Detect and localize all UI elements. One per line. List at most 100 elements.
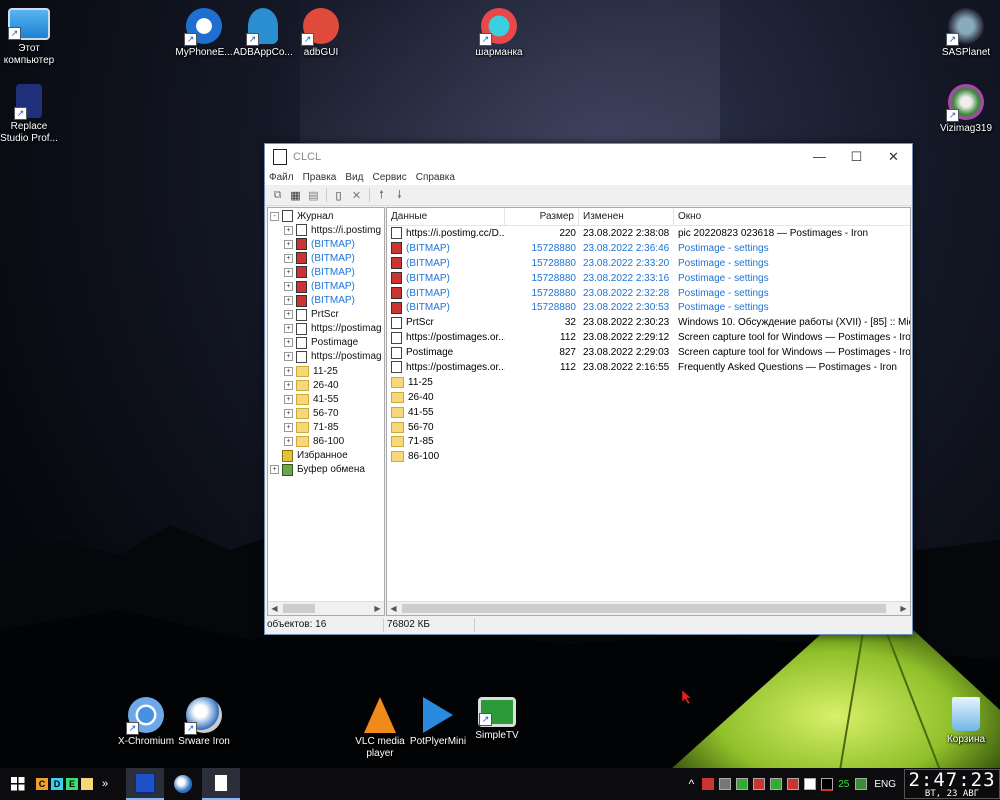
clock[interactable]: 2:47:23 ВТ, 23 АВГ xyxy=(904,769,1000,799)
new-item-icon[interactable]: ▯ xyxy=(330,187,347,203)
tree-item[interactable]: + https://i.postimg xyxy=(268,223,384,237)
title-bar[interactable]: CLCL — ☐ ✕ xyxy=(265,144,912,169)
list-row[interactable]: (BITMAP) 15728880 23.08.2022 2:32:28 Postim… xyxy=(387,286,910,301)
list-row[interactable]: (BITMAP) 15728880 23.08.2022 2:30:53 Postim… xyxy=(387,300,910,315)
scroll-right-icon[interactable]: ▶ xyxy=(371,604,384,613)
tree-item[interactable]: +71-85 xyxy=(268,420,384,434)
list-row[interactable]: https://postimages.or... 112 23.08.2022 2:… xyxy=(387,330,910,345)
taskbar-app-iron[interactable] xyxy=(164,768,202,800)
list-row[interactable]: 41-55 xyxy=(387,405,910,420)
tree-item[interactable]: +56-70 xyxy=(268,406,384,420)
scroll-left-icon[interactable]: ◀ xyxy=(387,604,400,613)
expand-toggle-icon[interactable]: + xyxy=(284,239,293,249)
expand-toggle-icon[interactable]: + xyxy=(284,422,293,432)
tree-item[interactable]: +86-100 xyxy=(268,435,384,449)
scroll-thumb[interactable] xyxy=(283,604,315,613)
quicklaunch-more[interactable]: » xyxy=(102,778,108,790)
tree-item[interactable]: + https://postimag xyxy=(268,350,384,364)
paperclip-icon[interactable] xyxy=(719,778,732,790)
scroll-thumb[interactable] xyxy=(402,604,886,613)
desktop-icon-simpletv[interactable]: ↗ SimpleTV xyxy=(461,697,533,742)
folder-icon[interactable] xyxy=(81,778,93,790)
expand-toggle-icon[interactable]: + xyxy=(284,324,293,334)
list-row[interactable]: (BITMAP) 15728880 23.08.2022 2:36:46 Postim… xyxy=(387,241,910,256)
scroll-right-icon[interactable]: ▶ xyxy=(897,604,910,613)
menu-service[interactable]: Сервис xyxy=(372,172,406,183)
close-button[interactable]: ✕ xyxy=(875,144,912,169)
taskbar-app-save[interactable] xyxy=(126,768,164,800)
expand-toggle-icon[interactable]: - xyxy=(270,211,279,221)
tray-counter[interactable]: 25 xyxy=(838,779,849,790)
desktop-icon-recycle-bin[interactable]: Корзина xyxy=(930,697,1000,746)
expand-toggle-icon[interactable]: + xyxy=(284,282,293,292)
start-button[interactable] xyxy=(0,768,36,800)
tray-monitor-icon[interactable] xyxy=(736,778,749,790)
list-row[interactable]: 56-70 xyxy=(387,420,910,435)
expand-toggle-icon[interactable]: + xyxy=(284,225,293,235)
maximize-button[interactable]: ☐ xyxy=(838,144,875,169)
tree-item[interactable]: + PrtScr xyxy=(268,308,384,322)
expand-toggle-icon[interactable]: + xyxy=(270,465,279,475)
desktop-icon-vizimag[interactable]: ↗ Vizimag319 xyxy=(930,84,1000,135)
column-header-size[interactable]: Размер xyxy=(505,208,579,225)
expand-toggle-icon[interactable]: + xyxy=(284,380,293,390)
tree-item[interactable]: + (BITMAP) xyxy=(268,279,384,293)
tree-item[interactable]: Избранное xyxy=(268,449,384,463)
menu-help[interactable]: Справка xyxy=(416,172,455,183)
drive-e-icon[interactable]: E xyxy=(66,778,78,790)
move-up-icon[interactable]: 🠕 xyxy=(373,187,390,203)
tray-app-icon[interactable] xyxy=(702,778,715,790)
list-row[interactable]: (BITMAP) 15728880 23.08.2022 2:33:16 Postim… xyxy=(387,271,910,286)
column-header-data[interactable]: Данные xyxy=(387,208,505,225)
menu-file[interactable]: Файл xyxy=(269,172,294,183)
desktop-icon-this-pc[interactable]: ↗ Этот компьютер xyxy=(0,8,65,67)
list-row[interactable]: 71-85 xyxy=(387,434,910,449)
desktop-icon-srware-iron[interactable]: ↗ Srware Iron xyxy=(168,697,240,748)
tree-item[interactable]: - Журнал xyxy=(268,209,384,223)
paste-icon[interactable]: ▦ xyxy=(287,187,304,203)
column-header-modified[interactable]: Изменен xyxy=(579,208,674,225)
tray-overflow-icon[interactable]: ^ xyxy=(689,777,695,791)
tree-item[interactable]: + (BITMAP) xyxy=(268,237,384,251)
tree-item[interactable]: + (BITMAP) xyxy=(268,265,384,279)
list-row[interactable]: (BITMAP) 15728880 23.08.2022 2:33:20 Postim… xyxy=(387,256,910,271)
drive-c-icon[interactable]: C xyxy=(36,778,48,790)
tree-item[interactable]: + (BITMAP) xyxy=(268,251,384,265)
move-down-icon[interactable]: 🠗 xyxy=(391,187,408,203)
tree-item[interactable]: +41-55 xyxy=(268,392,384,406)
desktop-icon-adbgui[interactable]: ↗ adbGUI xyxy=(285,8,357,59)
tree-item[interactable]: + Буфер обмена xyxy=(268,463,384,477)
desktop-icon-replace-studio[interactable]: ↗ Replace Studio Prof... xyxy=(0,84,65,145)
tree-item[interactable]: + https://postimag xyxy=(268,322,384,336)
tree-item[interactable]: +26-40 xyxy=(268,378,384,392)
menu-edit[interactable]: Правка xyxy=(303,172,337,183)
column-header-window[interactable]: Окно xyxy=(674,208,910,225)
list-row[interactable]: https://i.postimg.cc/D... 220 23.08.2022 2… xyxy=(387,226,910,241)
minimize-button[interactable]: — xyxy=(801,144,838,169)
scroll-left-icon[interactable]: ◀ xyxy=(268,604,281,613)
list-row[interactable]: 86-100 xyxy=(387,449,910,464)
list-row[interactable]: https://postimages.or... 112 23.08.2022 2:… xyxy=(387,360,910,375)
expand-toggle-icon[interactable]: + xyxy=(284,310,293,320)
list-row[interactable]: 11-25 xyxy=(387,375,910,390)
list-row[interactable]: PrtScr 32 23.08.2022 2:30:23 Windows 10. Об… xyxy=(387,315,910,330)
tray-alert-icon[interactable] xyxy=(787,778,800,790)
tree-item[interactable]: +11-25 xyxy=(268,364,384,378)
tree-item[interactable]: + (BITMAP) xyxy=(268,294,384,308)
expand-toggle-icon[interactable]: + xyxy=(284,267,293,277)
tray-record-icon[interactable] xyxy=(753,778,766,790)
expand-toggle-icon[interactable]: + xyxy=(284,366,293,376)
expand-toggle-icon[interactable]: + xyxy=(284,408,293,418)
expand-toggle-icon[interactable]: + xyxy=(284,352,293,362)
copy-icon[interactable]: ⧉ xyxy=(269,187,286,203)
menu-view[interactable]: Вид xyxy=(345,172,363,183)
list-row[interactable]: 26-40 xyxy=(387,390,910,405)
language-indicator[interactable]: ENG xyxy=(874,779,896,790)
expand-toggle-icon[interactable]: + xyxy=(284,296,293,306)
tree-hscrollbar[interactable]: ◀ ▶ xyxy=(268,601,384,615)
expand-toggle-icon[interactable]: + xyxy=(284,338,293,348)
expand-toggle-icon[interactable]: + xyxy=(284,394,293,404)
desktop-icon-sasplanet[interactable]: ↗ SASPlanet xyxy=(930,8,1000,59)
tray-blank-icon[interactable] xyxy=(804,778,817,790)
list-hscrollbar[interactable]: ◀ ▶ xyxy=(387,601,910,615)
